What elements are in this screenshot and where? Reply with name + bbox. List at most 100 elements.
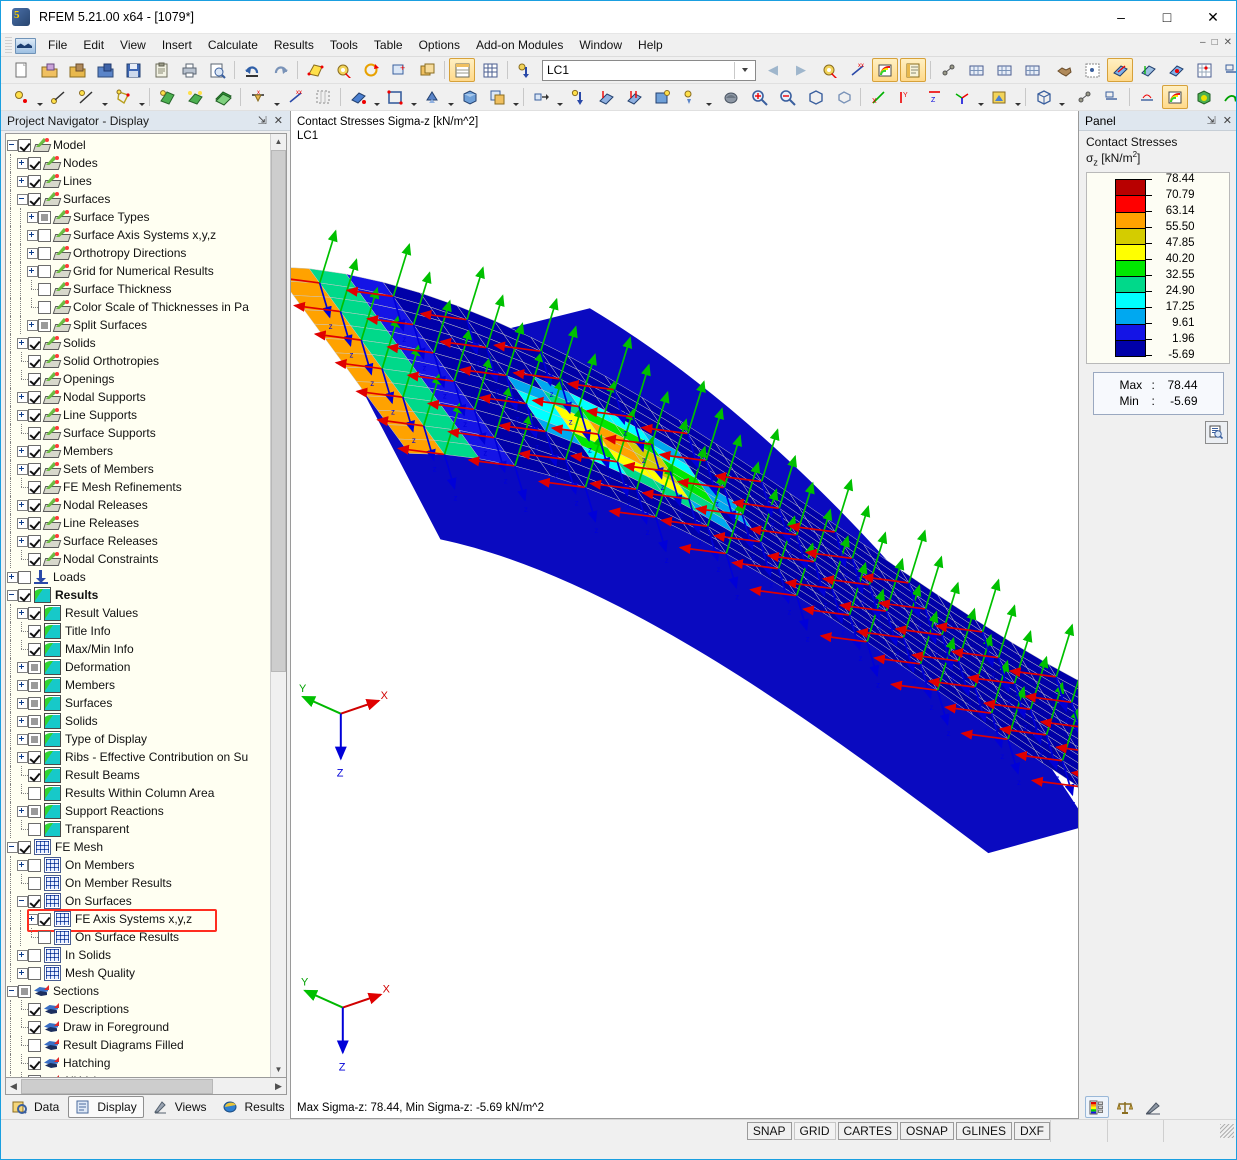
status-toggle-dxf[interactable]: DXF (1014, 1122, 1050, 1140)
toolbar-view-x-button[interactable]: X (865, 85, 891, 109)
tab-results[interactable]: Results (216, 1096, 292, 1118)
tree-expand-button[interactable] (16, 946, 28, 964)
tree-collapse-button[interactable] (6, 586, 18, 604)
toolbar-dropdown-arrow[interactable] (446, 84, 455, 111)
toolbar-support2-button[interactable]: xx (844, 58, 870, 82)
toolbar-surf2-button[interactable] (182, 85, 208, 109)
tree-checkbox[interactable] (38, 319, 51, 332)
toolbar-dim-button[interactable] (1099, 85, 1125, 109)
tree-item-on-member-results[interactable]: On Member Results (6, 874, 270, 892)
panel-pin-icon[interactable]: ⇲ (1207, 114, 1216, 127)
toolbar-printout-button[interactable] (900, 58, 926, 82)
tree-checkbox[interactable] (28, 1039, 41, 1052)
menu-tools[interactable]: Tools (322, 35, 366, 55)
tree-item-solid-orthotropies[interactable]: Solid Orthotropies (6, 352, 270, 370)
toolbar-open-blue-button[interactable] (92, 58, 118, 82)
toolbar-grid-disp-button[interactable] (1191, 58, 1217, 82)
balance-icon[interactable] (1113, 1096, 1137, 1118)
tree-checkbox[interactable] (28, 805, 41, 818)
toolbar-measure-button[interactable] (935, 58, 961, 82)
toolbar-zoom-in-button[interactable] (746, 85, 772, 109)
tree-item-mesh-quality[interactable]: Mesh Quality (6, 964, 270, 982)
tree-checkbox[interactable] (38, 913, 51, 926)
menu-insert[interactable]: Insert (154, 35, 200, 55)
tree-checkbox[interactable] (18, 841, 31, 854)
tree-item-surface-thickness[interactable]: Surface Thickness (6, 280, 270, 298)
toolbar-dropdown-arrow[interactable] (555, 84, 564, 111)
tree-expand-button[interactable] (26, 262, 38, 280)
toolbar-load-s2-button[interactable] (621, 85, 647, 109)
status-toggle-osnap[interactable]: OSNAP (900, 1122, 954, 1140)
tree-item-fe-axis-systems-x-y-z[interactable]: FE Axis Systems x,y,z (6, 910, 270, 928)
navigator-close-icon[interactable]: ✕ (274, 114, 283, 127)
mdi-minimize-button[interactable]: – (1200, 37, 1206, 48)
tree-item-result-beams[interactable]: Result Beams (6, 766, 270, 784)
view-angle-icon[interactable] (1141, 1096, 1165, 1118)
toolbar-load-ins-button[interactable] (565, 85, 591, 109)
minimize-button[interactable]: – (1098, 1, 1144, 33)
tree-expand-button[interactable] (26, 208, 38, 226)
status-toggle-grid[interactable]: GRID (794, 1122, 836, 1140)
tree-expand-button[interactable] (16, 964, 28, 982)
mdi-close-button[interactable]: ✕ (1224, 37, 1232, 48)
tree-expand-button[interactable] (16, 514, 28, 532)
tree-checkbox[interactable] (28, 643, 41, 656)
menu-edit[interactable]: Edit (75, 35, 112, 55)
load-case-input[interactable] (543, 61, 734, 80)
tree-checkbox[interactable] (28, 553, 41, 566)
toolbar-surf3-button[interactable] (210, 85, 236, 109)
menu-window[interactable]: Window (571, 35, 630, 55)
toolbar-zoom-win-button[interactable] (830, 85, 856, 109)
tree-item-sets-of-members[interactable]: Sets of Members (6, 460, 270, 478)
load-case-combobox[interactable] (542, 60, 756, 81)
tree-expand-button[interactable] (16, 388, 28, 406)
tree-checkbox[interactable] (28, 445, 41, 458)
toolbar-surf-yellow-button[interactable] (302, 58, 328, 82)
toolbar-line-ins-button[interactable] (45, 85, 71, 109)
tree-item-draw-in-foreground[interactable]: Draw in Foreground (6, 1018, 270, 1036)
scroll-right-button[interactable]: ▶ (271, 1079, 286, 1093)
hscroll-thumb[interactable] (21, 1079, 213, 1094)
tree-expand-button[interactable] (16, 604, 28, 622)
legend-zoom-icon[interactable] (1205, 421, 1228, 444)
tree-item-surface-releases[interactable]: Surface Releases (6, 532, 270, 550)
toolbar-window-new-button[interactable] (414, 58, 440, 82)
toolbar-dropdown-arrow[interactable] (272, 84, 281, 111)
toolbar-deform-button[interactable] (1218, 85, 1236, 109)
tree-checkbox[interactable] (38, 229, 51, 242)
scroll-up-button[interactable]: ▲ (271, 134, 286, 149)
tree-expand-button[interactable] (16, 334, 28, 352)
tree-checkbox[interactable] (28, 499, 41, 512)
tree-expand-button[interactable] (26, 226, 38, 244)
toolbar-mesh-gen-button[interactable] (991, 58, 1017, 82)
tree-item-solids[interactable]: Solids (6, 334, 270, 352)
tree-item-deformation[interactable]: Deformation (6, 658, 270, 676)
tree-expand-button[interactable] (26, 910, 38, 928)
toolbar-result-cube-button[interactable] (1190, 85, 1216, 109)
toolbar-solid-button[interactable] (456, 85, 482, 109)
tree-collapse-button[interactable] (16, 190, 28, 208)
tree-item-transparent[interactable]: Transparent (6, 820, 270, 838)
toolbar-print-button[interactable] (176, 58, 202, 82)
toolbar-table-button[interactable] (449, 58, 475, 82)
tree-item-hatching[interactable]: Hatching (6, 1054, 270, 1072)
tree-item-on-members[interactable]: On Members (6, 856, 270, 874)
toolbar-new-file-button[interactable] (8, 58, 34, 82)
maximize-button[interactable]: □ (1144, 1, 1190, 33)
tree-checkbox[interactable] (18, 589, 31, 602)
tree-checkbox[interactable] (38, 301, 51, 314)
tree-checkbox[interactable] (28, 751, 41, 764)
tree-item-nodes[interactable]: Nodes (6, 154, 270, 172)
tree-checkbox[interactable] (28, 967, 41, 980)
tree-item-members[interactable]: Members (6, 676, 270, 694)
tree-item-descriptions[interactable]: Descriptions (6, 1000, 270, 1018)
tree-expand-button[interactable] (16, 802, 28, 820)
navigator-pin-icon[interactable]: ⇲ (258, 114, 267, 127)
toolbar-dropdown-arrow[interactable] (1057, 84, 1066, 111)
tree-checkbox[interactable] (28, 679, 41, 692)
toolbar-rotate-button[interactable] (358, 58, 384, 82)
status-toggle-cartes[interactable]: CARTES (838, 1122, 898, 1140)
toolbar-shell-ax2-button[interactable] (1135, 58, 1161, 82)
toolbar-support2-button[interactable]: xx (282, 85, 308, 109)
toolbar-lc-new-button[interactable] (512, 58, 538, 82)
